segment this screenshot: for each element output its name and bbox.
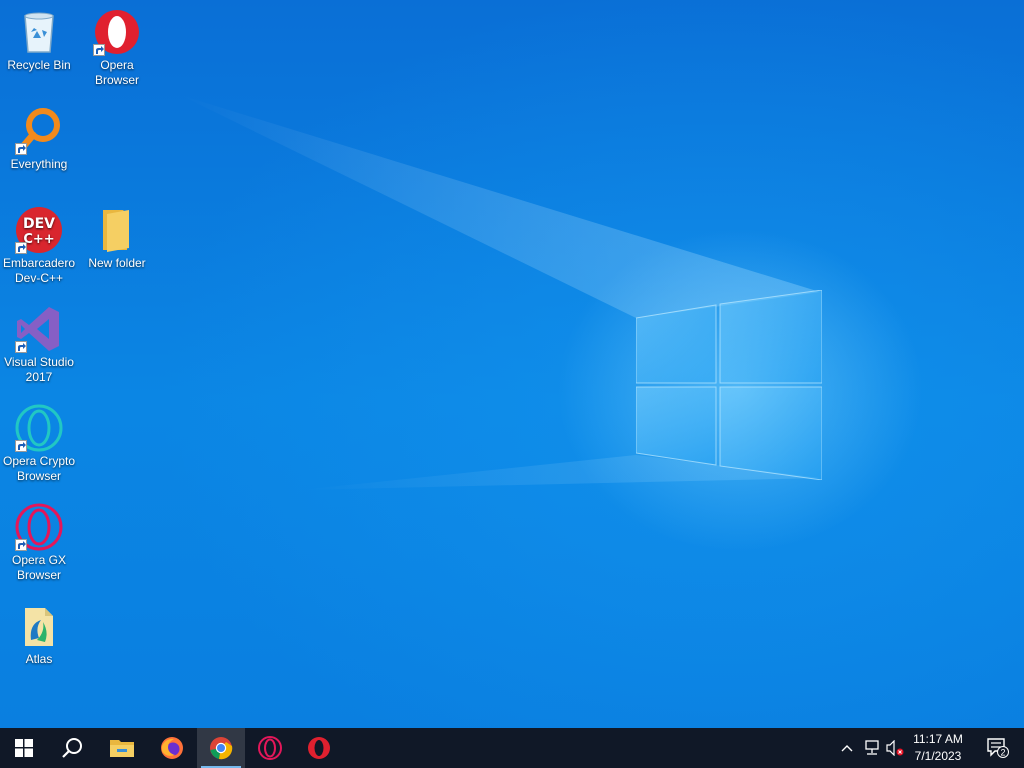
desktop-icon-new-folder[interactable]: New folder <box>78 206 156 271</box>
devcpp-glyph-line2: C++ <box>23 232 54 247</box>
folder-icon <box>103 210 129 252</box>
desktop-icon-label: Opera GX Browser <box>11 553 67 582</box>
tray-volume-muted[interactable] <box>884 728 906 768</box>
action-center-button[interactable]: 2 <box>978 728 1018 768</box>
desktop-icon-label: Recycle Bin <box>7 58 71 72</box>
desktop-icon-visual-studio[interactable]: Visual Studio 2017 <box>0 305 78 385</box>
taskbar: 11:17 AM 7/1/2023 2 <box>0 728 1024 768</box>
taskbar-firefox[interactable] <box>148 728 196 768</box>
devcpp-glyph-line1: DEV <box>23 216 55 232</box>
desktop-icon-label: Embarcadero Dev-C++ <box>2 256 76 285</box>
start-button[interactable] <box>0 728 48 768</box>
chevron-up-icon <box>841 745 853 752</box>
desktop-icon-label: Atlas <box>25 652 53 666</box>
desktop[interactable]: Recycle Bin Opera Browser Everything DEV… <box>0 0 1024 728</box>
desktop-icon-opera-browser[interactable]: Opera Browser <box>78 8 156 88</box>
taskbar-clock[interactable]: 11:17 AM 7/1/2023 <box>904 728 972 768</box>
network-icon <box>865 740 879 755</box>
desktop-icon-label: Visual Studio 2017 <box>4 355 74 384</box>
shortcut-arrow-icon <box>15 143 27 155</box>
desktop-icon-everything[interactable]: Everything <box>0 107 78 172</box>
opera-gx-icon <box>258 736 282 760</box>
desktop-icon-label: Opera Browser <box>94 58 139 87</box>
taskbar-file-explorer[interactable] <box>98 728 146 768</box>
file-explorer-icon <box>110 740 134 757</box>
tray-show-hidden-icons[interactable] <box>836 728 858 768</box>
windows-logo-wallpaper <box>636 290 822 480</box>
desktop-icon-opera-crypto[interactable]: Opera Crypto Browser <box>0 404 78 484</box>
search-button[interactable] <box>48 728 96 768</box>
notification-count: 2 <box>1000 748 1005 758</box>
desktop-icon-label: Opera Crypto Browser <box>2 454 76 483</box>
clock-date: 7/1/2023 <box>914 749 962 763</box>
shortcut-arrow-icon <box>15 242 27 254</box>
desktop-icon-devcpp[interactable]: DEV C++ Embarcadero Dev-C++ <box>0 206 78 286</box>
windows-start-icon <box>15 739 33 757</box>
search-icon <box>62 738 82 758</box>
notification-icon: 2 <box>987 738 1009 758</box>
opera-icon <box>308 737 330 759</box>
shortcut-arrow-icon <box>15 440 27 452</box>
recycle-bin-icon <box>24 12 54 53</box>
shortcut-arrow-icon <box>93 44 105 56</box>
wallpaper-light-beams <box>180 95 820 490</box>
desktop-icon-recycle-bin[interactable]: Recycle Bin <box>0 8 78 73</box>
desktop-icon-atlas[interactable]: Atlas <box>0 602 78 667</box>
firefox-icon <box>161 737 183 759</box>
volume-muted-icon <box>886 740 904 756</box>
desktop-icon-label: New folder <box>88 256 146 270</box>
desktop-icon-label: Everything <box>10 157 68 171</box>
atlas-icon <box>25 608 53 646</box>
taskbar-chrome[interactable] <box>197 728 245 768</box>
chrome-icon <box>210 737 233 760</box>
clock-time: 11:17 AM <box>913 732 963 746</box>
taskbar-opera-gx[interactable] <box>246 728 294 768</box>
shortcut-arrow-icon <box>15 341 27 353</box>
shortcut-arrow-icon <box>15 539 27 551</box>
desktop-icon-opera-gx[interactable]: Opera GX Browser <box>0 503 78 583</box>
tray-network[interactable] <box>860 728 884 768</box>
taskbar-opera[interactable] <box>295 728 343 768</box>
